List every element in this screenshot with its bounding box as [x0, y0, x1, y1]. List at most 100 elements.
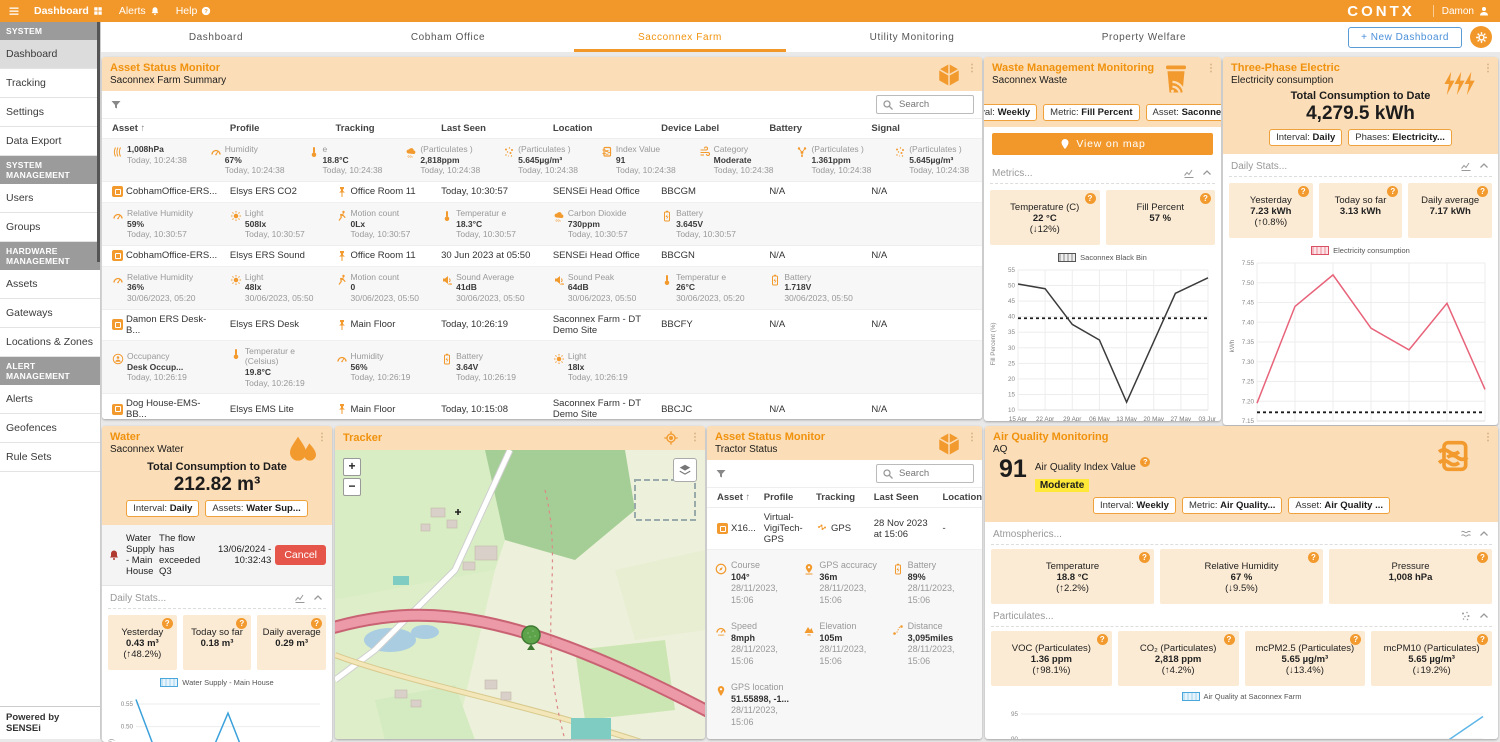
filter-icon[interactable]: [715, 468, 727, 480]
collapse-icon[interactable]: [1478, 610, 1490, 622]
topbar-dashboard[interactable]: Dashboard: [34, 5, 103, 17]
particulates-icon[interactable]: [1460, 610, 1472, 622]
filter-chip[interactable]: Metric: Air Quality...: [1182, 497, 1282, 514]
info-icon[interactable]: ?: [1085, 193, 1096, 204]
sidebar-item-locations-zones[interactable]: Locations & Zones: [0, 328, 100, 357]
collapse-icon[interactable]: [1478, 160, 1490, 172]
info-icon[interactable]: ?: [1308, 552, 1319, 563]
column-header[interactable]: Profile: [220, 123, 326, 134]
info-icon[interactable]: ?: [1200, 193, 1211, 204]
column-header[interactable]: Location: [543, 123, 651, 134]
tab-dashboard[interactable]: Dashboard: [100, 22, 332, 52]
info-icon[interactable]: ?: [1224, 634, 1235, 645]
table-row[interactable]: X16... Virtual-VigiTech-GPS GPS 28 Nov 2…: [707, 508, 982, 550]
column-header[interactable]: Battery: [759, 123, 861, 134]
filter-chip[interactable]: Asset: Saconnex B...: [1146, 104, 1221, 121]
map-zoom-in-button[interactable]: +: [343, 458, 361, 476]
tab-utility-monitoring[interactable]: Utility Monitoring: [796, 22, 1028, 52]
hamburger-menu-icon[interactable]: [8, 5, 20, 17]
atmospherics-icon[interactable]: [1460, 528, 1472, 540]
map-zoom-out-button[interactable]: −: [343, 478, 361, 496]
column-header[interactable]: Last Seen: [431, 123, 543, 134]
info-icon[interactable]: ?: [1298, 186, 1309, 197]
info-icon[interactable]: ?: [1477, 552, 1488, 563]
filter-chip[interactable]: Interval: Weekly: [984, 104, 1037, 121]
sidebar-item-users[interactable]: Users: [0, 184, 100, 213]
column-header[interactable]: Tracking: [326, 123, 432, 134]
sidebar-item-dashboard[interactable]: Dashboard: [0, 40, 100, 69]
column-header[interactable]: Signal: [861, 123, 982, 134]
search-input[interactable]: [897, 467, 971, 480]
info-icon[interactable]: ?: [1387, 186, 1398, 197]
info-icon[interactable]: ?: [1139, 552, 1150, 563]
metric-tile: Light 48lx 30/06/2023, 05:50: [220, 270, 326, 306]
table-row[interactable]: Dog House-EMS-BB... Elsys EMS Lite Main …: [102, 394, 982, 419]
cancel-alert-button[interactable]: Cancel: [275, 545, 326, 565]
chart-toggle-icon[interactable]: [1460, 160, 1472, 172]
sidebar-item-geofences[interactable]: Geofences: [0, 414, 100, 443]
info-icon[interactable]: ?: [1477, 634, 1488, 645]
info-icon[interactable]: ?: [311, 618, 322, 629]
filter-chip[interactable]: Phases: Electricity...: [1348, 129, 1452, 146]
trend-delta: (↑98.1%): [1032, 665, 1070, 676]
info-icon[interactable]: ?: [162, 618, 173, 629]
column-header[interactable]: Location: [933, 492, 983, 503]
collapse-icon[interactable]: [1478, 528, 1490, 540]
sidebar-item-alerts[interactable]: Alerts: [0, 385, 100, 414]
chart-toggle-icon[interactable]: [294, 592, 306, 604]
column-header[interactable]: Last Seen: [864, 492, 933, 503]
sidebar-scrollbar[interactable]: [97, 22, 100, 262]
sidebar-item-groups[interactable]: Groups: [0, 213, 100, 242]
view-on-map-button[interactable]: View on map: [992, 133, 1213, 155]
collapse-icon[interactable]: [1201, 167, 1213, 179]
table-row[interactable]: CobhamOffice-ERS... Elsys ERS CO2 Office…: [102, 182, 982, 203]
sidebar-item-settings[interactable]: Settings: [0, 98, 100, 127]
user-menu[interactable]: Damon: [1433, 5, 1490, 17]
table-row[interactable]: Damon ERS Desk-B... Elsys ERS Desk Main …: [102, 310, 982, 341]
info-icon[interactable]: ?: [1140, 457, 1150, 467]
column-header[interactable]: Tracking: [806, 492, 864, 503]
info-icon[interactable]: ?: [1350, 634, 1361, 645]
column-header[interactable]: Profile: [754, 492, 806, 503]
card-menu-icon[interactable]: [1205, 62, 1217, 74]
card-menu-icon[interactable]: [966, 62, 978, 74]
tab-sacconnex-farm[interactable]: Sacconnex Farm: [564, 22, 796, 52]
card-menu-icon[interactable]: [1482, 431, 1494, 443]
sidebar-item-gateways[interactable]: Gateways: [0, 299, 100, 328]
tab-cobham-office[interactable]: Cobham Office: [332, 22, 564, 52]
column-header[interactable]: Device Label: [651, 123, 759, 134]
settings-gear-button[interactable]: [1470, 26, 1492, 48]
sidebar-item-tracking[interactable]: Tracking: [0, 69, 100, 98]
metrics-row: Occupancy Desk Occup... Today, 10:26:19 …: [102, 341, 982, 395]
locate-target-icon[interactable]: [663, 430, 679, 446]
sidebar-item-data-export[interactable]: Data Export: [0, 127, 100, 156]
sidebar-item-rule-sets[interactable]: Rule Sets: [0, 443, 100, 472]
info-icon[interactable]: ?: [236, 618, 247, 629]
info-icon[interactable]: ?: [1477, 186, 1488, 197]
filter-icon[interactable]: [110, 99, 122, 111]
card-menu-icon[interactable]: [689, 431, 701, 443]
card-menu-icon[interactable]: [1482, 62, 1494, 74]
column-header[interactable]: Asset ↑: [102, 123, 220, 134]
topbar-alerts[interactable]: Alerts: [119, 5, 160, 17]
sidebar-item-assets[interactable]: Assets: [0, 270, 100, 299]
filter-chip[interactable]: Assets: Water Sup...: [205, 500, 307, 517]
filter-chip[interactable]: Interval: Daily: [126, 500, 199, 517]
column-header[interactable]: Asset ↑: [707, 492, 754, 503]
collapse-icon[interactable]: [312, 592, 324, 604]
table-row[interactable]: CobhamOffice-ERS... Elsys ERS Sound Offi…: [102, 246, 982, 267]
new-dashboard-button[interactable]: + New Dashboard: [1348, 27, 1462, 48]
filter-chip[interactable]: Metric: Fill Percent: [1043, 104, 1139, 121]
chart-toggle-icon[interactable]: [1183, 167, 1195, 179]
filter-chip[interactable]: Asset: Air Quality ...: [1288, 497, 1390, 514]
filter-chip[interactable]: Interval: Daily: [1269, 129, 1342, 146]
card-menu-icon[interactable]: [316, 431, 328, 443]
map-layers-button[interactable]: [673, 458, 697, 482]
info-icon[interactable]: ?: [1097, 634, 1108, 645]
filter-chip[interactable]: Interval: Weekly: [1093, 497, 1176, 514]
tab-property-welfare[interactable]: Property Welfare: [1028, 22, 1260, 52]
topbar-help[interactable]: Help?: [176, 5, 212, 17]
map-canvas[interactable]: + −: [335, 450, 705, 739]
search-input[interactable]: [897, 98, 971, 111]
card-menu-icon[interactable]: [966, 431, 978, 443]
